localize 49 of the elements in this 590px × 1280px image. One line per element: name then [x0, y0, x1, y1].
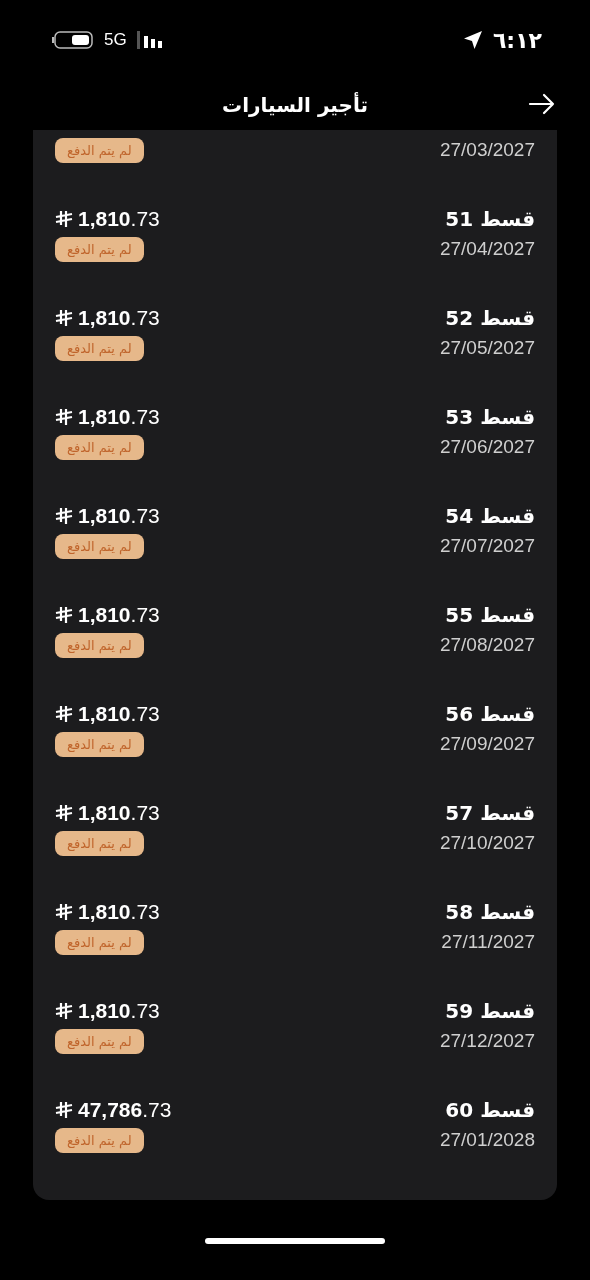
status-badge: لم يتم الدفع	[55, 830, 144, 856]
installment-title: قسط 55	[445, 603, 535, 627]
status-badge: لم يتم الدفع	[55, 1127, 144, 1153]
due-date: 27/04/2027	[439, 238, 535, 260]
installment-title: قسط 51	[445, 207, 535, 231]
due-date: 27/12/2027	[439, 1030, 535, 1052]
installment-title: قسط 54	[445, 504, 535, 528]
installment-amount: 1,810.73	[78, 702, 160, 726]
due-date: 27/11/2027	[441, 931, 535, 953]
installment-amount: 1,810.73	[78, 405, 160, 429]
due-date: 27/03/2027	[439, 139, 535, 161]
status-badge: لم يتم الدفع	[55, 137, 144, 163]
installment-title: قسط 59	[445, 999, 535, 1023]
status-badge: لم يتم الدفع	[55, 434, 144, 460]
due-date: 27/06/2027	[439, 436, 535, 458]
installment-title: قسط 53	[445, 405, 535, 429]
battery-icon	[52, 31, 94, 49]
installment-amount: 1,810.73	[78, 999, 160, 1023]
status-badge: لم يتم الدفع	[55, 929, 144, 955]
installment-amount: 1,810.73	[78, 306, 160, 330]
installment-amount: 1,810.73	[78, 900, 160, 924]
network-label: 5G	[104, 30, 127, 50]
installment-title: قسط 56	[445, 702, 535, 726]
installment-amount: 1,810.73	[78, 801, 160, 825]
status-badge: لم يتم الدفع	[55, 533, 144, 559]
due-date: 27/07/2027	[439, 535, 535, 557]
signal-icon	[136, 31, 165, 49]
status-badge: لم يتم الدفع	[55, 731, 144, 757]
due-date: 27/10/2027	[439, 832, 535, 854]
installment-title: قسط 52	[445, 306, 535, 330]
clock-time: ٦:١٢	[492, 27, 542, 53]
installment-amount: 1,810.73	[78, 207, 160, 231]
status-badge: لم يتم الدفع	[55, 335, 144, 361]
installment-title: قسط 57	[445, 801, 535, 825]
due-date: 27/01/2028	[439, 1129, 535, 1151]
installment-title: قسط 58	[445, 900, 535, 924]
status-badge: لم يتم الدفع	[55, 1028, 144, 1054]
status-badge: لم يتم الدفع	[55, 632, 144, 658]
due-date: 27/05/2027	[439, 337, 535, 359]
installment-amount: 1,810.73	[78, 603, 160, 627]
installment-amount: 1,810.73	[78, 504, 160, 528]
location-arrow-icon	[462, 30, 483, 50]
page-title: تأجير السيارات	[222, 93, 368, 117]
due-date: 27/09/2027	[439, 733, 535, 755]
due-date: 27/08/2027	[439, 634, 535, 656]
installment-title: قسط 60	[445, 1098, 535, 1122]
installment-amount: 47,786.73	[78, 1098, 172, 1122]
back-arrow-icon[interactable]	[528, 93, 556, 115]
status-badge: لم يتم الدفع	[55, 236, 144, 262]
